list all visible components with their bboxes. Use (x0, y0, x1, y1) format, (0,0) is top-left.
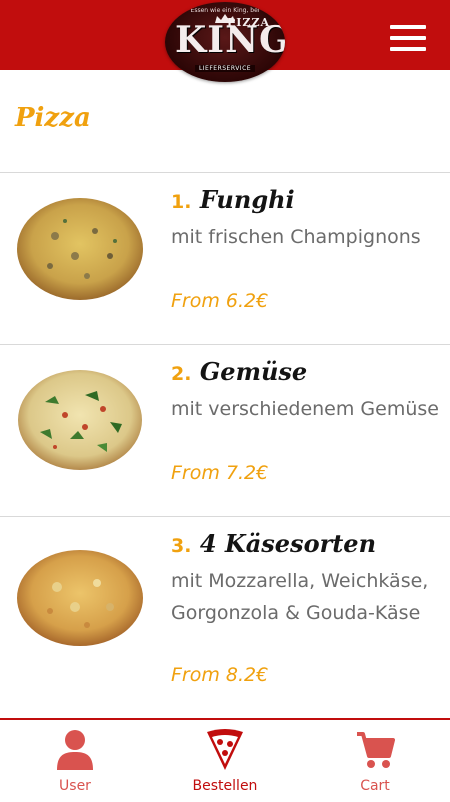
item-description: mit frischen Champignons (171, 226, 421, 248)
pizza-4-kaesesorten-image (17, 550, 143, 646)
pizza-funghi-image (17, 198, 143, 300)
nav-user[interactable]: User (0, 720, 150, 802)
item-price: From 8.2€ (171, 664, 269, 686)
menu-bar (390, 47, 426, 51)
logo-subtitle: LIEFERSERVICE (195, 65, 255, 72)
bottom-navigation: User Bestellen Cart (0, 718, 450, 802)
item-number: 3. (171, 535, 192, 557)
menu-item-funghi[interactable]: 1. Funghi mit frischen Champignons From … (0, 173, 450, 343)
item-title: 2. Gemüse (171, 357, 307, 389)
item-name: 4 Käsesorten (199, 529, 377, 558)
item-name: Gemüse (199, 357, 308, 386)
item-description: mit Mozzarella, Weichkäse, Gorgonzola & … (171, 570, 429, 624)
nav-label-cart: Cart (360, 778, 390, 794)
nav-cart[interactable]: Cart (300, 720, 450, 802)
user-icon (57, 730, 93, 770)
menu-bar (390, 25, 426, 29)
pizza-king-logo[interactable]: Essen wie ein King, bei PIZZA KING LIEFE… (165, 2, 285, 82)
item-price: From 7.2€ (171, 462, 269, 484)
section-title: Pizza (15, 103, 91, 133)
hamburger-menu-icon[interactable] (390, 25, 426, 51)
item-name: Funghi (199, 185, 295, 214)
menu-bar (390, 36, 426, 40)
pizza-slice-icon (207, 729, 243, 770)
nav-bestellen[interactable]: Bestellen (150, 720, 300, 802)
item-number: 1. (171, 191, 192, 213)
app-header: Essen wie ein King, bei PIZZA KING LIEFE… (0, 0, 450, 82)
cart-icon (357, 732, 395, 768)
item-number: 2. (171, 363, 192, 385)
menu-item-4-kaesesorten[interactable]: 3. 4 Käsesorten mit Mozzarella, Weichkäs… (0, 517, 450, 717)
nav-label-bestellen: Bestellen (192, 778, 258, 794)
item-description: mit verschiedenem Gemüse (171, 398, 439, 420)
nav-label-user: User (59, 778, 91, 794)
item-price: From 6.2€ (171, 290, 269, 312)
menu-item-gemuese[interactable]: 2. Gemüse mit verschiedenem Gemüse From … (0, 345, 450, 515)
pizza-gemuese-image (18, 370, 142, 470)
item-title: 3. 4 Käsesorten (171, 529, 376, 561)
item-title: 1. Funghi (171, 185, 295, 217)
logo-king-text: KING (175, 19, 285, 61)
